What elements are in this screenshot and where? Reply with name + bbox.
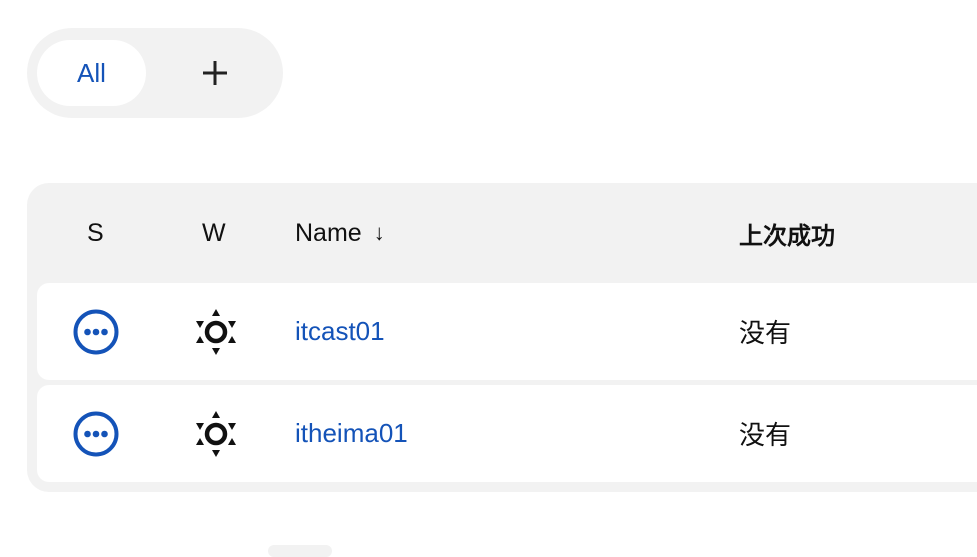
jobs-table: S W Name ↓ 上次成功 itcast01 没有 itheima01 没有 [27, 183, 977, 492]
bottom-control-partial[interactable] [268, 545, 332, 557]
plus-icon [203, 61, 227, 85]
weather-cell [194, 385, 238, 482]
column-header-last-success-label: 上次成功 [739, 221, 835, 250]
tab-all[interactable]: All [37, 40, 146, 106]
status-cell [73, 283, 119, 380]
status-cell [73, 385, 119, 482]
sunny-weather-icon [196, 410, 236, 457]
view-tabs: All [27, 28, 283, 118]
column-header-last-success[interactable]: 上次成功 [739, 183, 835, 283]
job-name-link[interactable]: itcast01 [295, 283, 385, 380]
last-success-value: 没有 [739, 319, 792, 349]
in-progress-dots-icon[interactable] [73, 411, 119, 457]
column-header-weather-label: W [202, 218, 226, 247]
add-view-button[interactable] [182, 40, 248, 106]
tab-all-label: All [77, 57, 106, 88]
column-header-name[interactable]: Name ↓ [295, 183, 385, 283]
column-header-status[interactable]: S [87, 183, 104, 283]
table-header: S W Name ↓ 上次成功 [27, 183, 977, 283]
table-row: itheima01 没有 [37, 385, 977, 482]
in-progress-dots-icon[interactable] [73, 309, 119, 355]
column-header-status-label: S [87, 218, 104, 247]
table-row: itcast01 没有 [37, 283, 977, 380]
column-header-name-label: Name [295, 218, 362, 247]
sort-descending-icon: ↓ [373, 220, 385, 245]
column-header-weather[interactable]: W [202, 183, 226, 283]
weather-cell [194, 283, 238, 380]
job-name-link[interactable]: itheima01 [295, 385, 408, 482]
sunny-weather-icon [196, 308, 236, 355]
last-success-value: 没有 [739, 421, 792, 451]
